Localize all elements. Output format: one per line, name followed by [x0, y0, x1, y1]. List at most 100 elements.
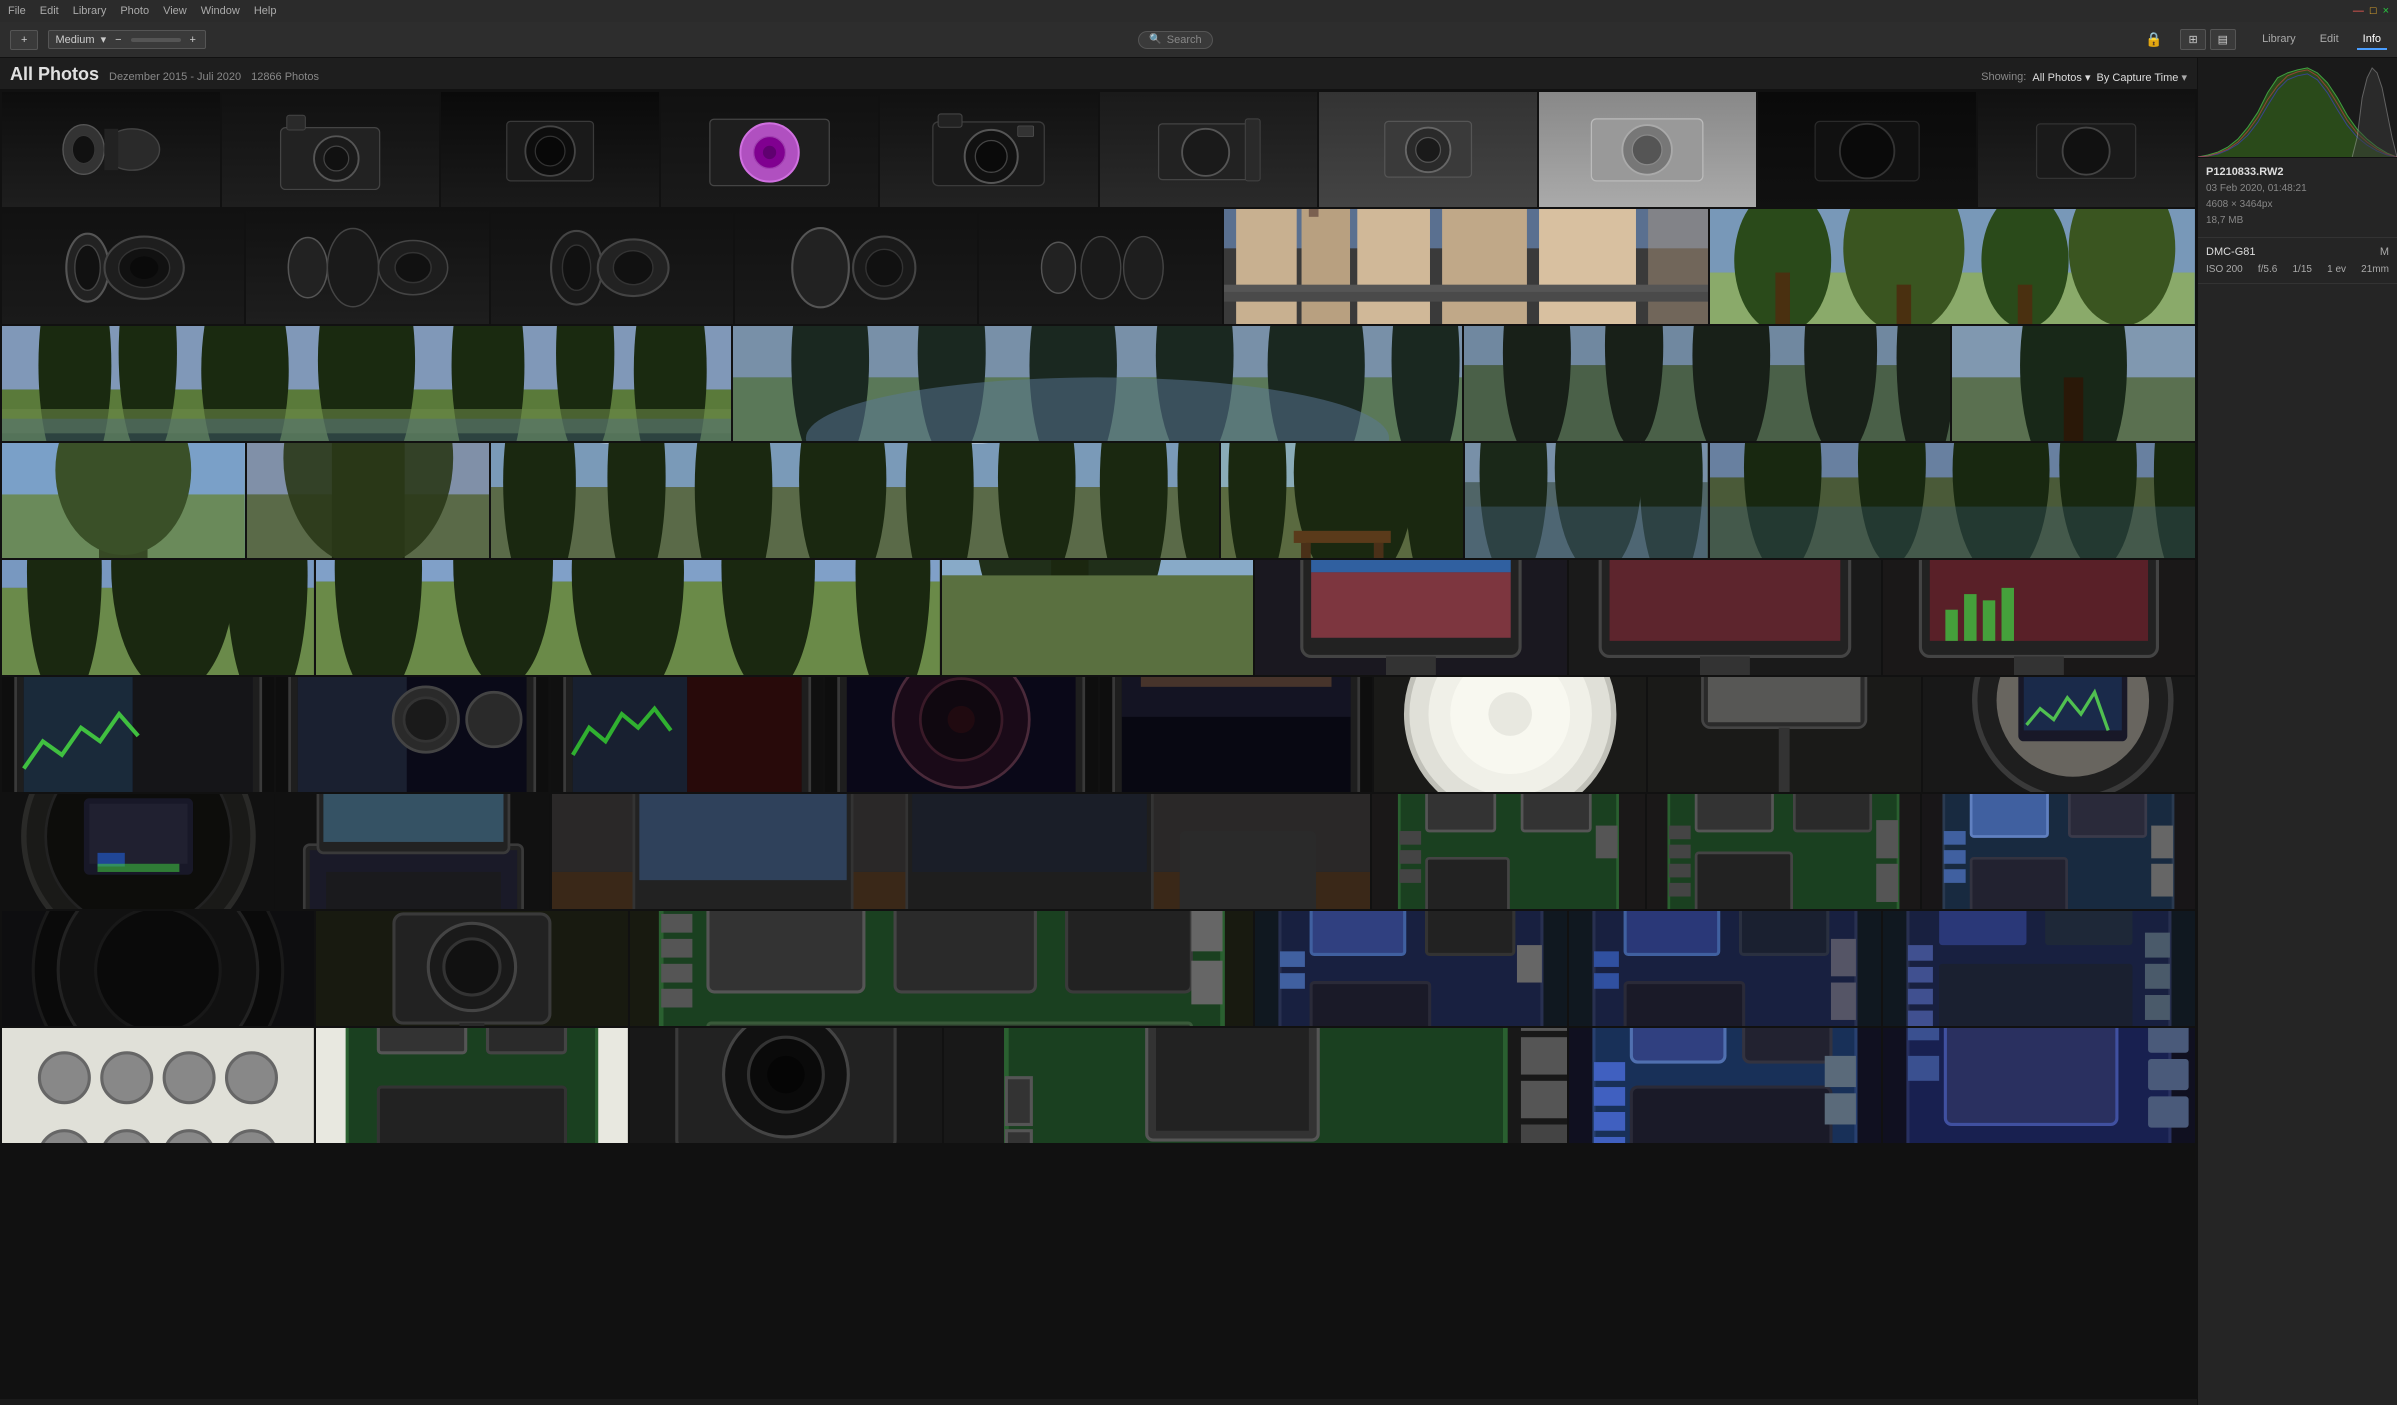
photo-cell[interactable] — [1319, 92, 1537, 207]
photo-cell-monitor1[interactable] — [1255, 560, 1567, 675]
photo-cell-monitor3[interactable] — [1883, 560, 2195, 675]
photo-cell-tree[interactable] — [1952, 326, 2195, 441]
photo-cell-lake[interactable] — [1465, 443, 1708, 558]
photo-cell-field-wide[interactable] — [316, 560, 940, 675]
photo-cell-eq1[interactable] — [2, 677, 274, 792]
zoom-minus[interactable]: − — [112, 34, 124, 46]
photo-row — [2, 92, 2195, 207]
photo-cell-panorama-trees[interactable] — [491, 443, 1219, 558]
camera-mode: M — [2380, 246, 2389, 258]
photo-cell-monitor2[interactable] — [1569, 560, 1881, 675]
photo-cell-pcb-blue[interactable] — [1569, 1028, 1881, 1143]
photo-cell-misc2[interactable] — [316, 911, 628, 1026]
photo-grid[interactable] — [0, 90, 2197, 1399]
search-box[interactable]: 🔍 Search — [1138, 31, 1212, 49]
photo-cell-panorama1[interactable] — [2, 326, 731, 441]
photo-cell-eq5[interactable] — [1100, 677, 1372, 792]
photo-cell-panorama3[interactable] — [1464, 326, 1950, 441]
photo-cell-tall-trees[interactable] — [942, 560, 1254, 675]
ev-value: 1 ev — [2327, 264, 2346, 275]
add-button[interactable]: + — [10, 30, 38, 50]
menu-help[interactable]: Help — [254, 5, 277, 17]
filmstrip-view-button[interactable]: ▤ — [2210, 29, 2236, 50]
grid-view-button[interactable]: ⊞ — [2180, 29, 2205, 50]
photo-cell-field1[interactable] — [2, 560, 314, 675]
menu-window[interactable]: Window — [201, 5, 240, 17]
photo-cell[interactable] — [661, 92, 879, 207]
menu-library[interactable]: Library — [73, 5, 107, 17]
photo-cell-rpi1[interactable] — [1372, 794, 1645, 909]
right-panel: P1210833.RW2 03 Feb 2020, 01:48:21 4608 … — [2197, 58, 2397, 1405]
file-dimensions: 4608 × 3464px — [2206, 197, 2389, 213]
filter-bar[interactable]: Showing: All Photos ▾ By Capture Time ▾ — [1981, 71, 2187, 84]
lock-icon[interactable]: 🔒 — [2145, 31, 2162, 48]
file-date: 03 Feb 2020, 01:48:21 — [2206, 181, 2389, 197]
photo-cell[interactable] — [1100, 92, 1318, 207]
photo-cell-light-round[interactable] — [1923, 677, 2195, 792]
photo-cell-led-panel[interactable] — [2, 794, 275, 909]
photo-cell-pcb3[interactable] — [1883, 911, 2195, 1026]
photo-cell-city[interactable] — [1224, 209, 1709, 324]
view-mode-select[interactable]: Medium ▾ − + — [48, 30, 206, 49]
histogram — [2198, 58, 2397, 158]
tab-edit[interactable]: Edit — [2314, 30, 2345, 50]
grid-area: All Photos Dezember 2015 - Juli 2020 128… — [0, 58, 2197, 1405]
photo-cell[interactable] — [1758, 92, 1976, 207]
exposure-row: ISO 200 f/5.6 1/15 1 ev 21mm — [2206, 264, 2389, 275]
photo-cell[interactable] — [491, 209, 733, 324]
photo-row — [2, 560, 2195, 675]
photo-cell-board[interactable] — [630, 911, 1254, 1026]
photo-row — [2, 677, 2195, 792]
photo-cell-landscape-wide[interactable] — [1710, 443, 2195, 558]
photo-cell[interactable] — [441, 92, 659, 207]
photo-cell-component[interactable] — [944, 1028, 1568, 1143]
photo-cell-pcb1[interactable] — [1255, 911, 1567, 1026]
camera-model-row: DMC-G81 M — [2206, 246, 2389, 258]
tab-info[interactable]: Info — [2357, 30, 2387, 50]
photo-cell-camera-eq[interactable] — [630, 1028, 942, 1143]
photo-cell-rpi2[interactable] — [1647, 794, 1920, 909]
photo-cell-rpi3[interactable] — [1922, 794, 2195, 909]
photo-cell[interactable] — [735, 209, 977, 324]
photo-cell-desk[interactable] — [552, 794, 1371, 909]
title-bar: File Edit Library Photo View Window Help… — [0, 0, 2397, 22]
photo-cell-misc1[interactable] — [2, 911, 314, 1026]
photo-cell-tree2[interactable] — [247, 443, 490, 558]
photo-cell[interactable] — [979, 209, 1221, 324]
photo-cell-panorama2[interactable] — [733, 326, 1462, 441]
photo-cell-eq2[interactable] — [276, 677, 548, 792]
photo-cell[interactable] — [246, 209, 488, 324]
file-info-panel: P1210833.RW2 03 Feb 2020, 01:48:21 4608 … — [2198, 158, 2397, 238]
photo-cell-bottom2[interactable] — [316, 1028, 628, 1143]
page-header: All Photos Dezember 2015 - Juli 2020 128… — [0, 58, 2197, 90]
photo-cell-bench[interactable] — [1221, 443, 1464, 558]
zoom-plus[interactable]: + — [187, 34, 199, 46]
menu-file[interactable]: File — [8, 5, 26, 17]
photo-cell[interactable] — [1978, 92, 2196, 207]
photo-cell[interactable] — [2, 92, 220, 207]
photo-cell[interactable] — [880, 92, 1098, 207]
menu-photo[interactable]: Photo — [120, 5, 149, 17]
photo-cell-park[interactable] — [1710, 209, 2195, 324]
tab-library[interactable]: Library — [2256, 30, 2302, 50]
photo-cell-laptop1[interactable] — [277, 794, 550, 909]
photo-row — [2, 326, 2195, 441]
window-controls[interactable]: — □ × — [2353, 5, 2389, 17]
showing-value[interactable]: All Photos ▾ — [2032, 71, 2090, 84]
photo-cell-eq4[interactable] — [825, 677, 1097, 792]
photo-cell-light-stand[interactable] — [1648, 677, 1920, 792]
menu-edit[interactable]: Edit — [40, 5, 59, 17]
photo-cell[interactable] — [222, 92, 440, 207]
menu-bar[interactable]: File Edit Library Photo View Window Help — [8, 5, 276, 17]
photo-cell-pcb-ports[interactable] — [1883, 1028, 2195, 1143]
photo-cell-bottom1[interactable] — [2, 1028, 314, 1143]
photo-cell[interactable] — [2, 443, 245, 558]
search-icon: 🔍 — [1149, 34, 1161, 45]
photo-cell[interactable] — [1539, 92, 1757, 207]
photo-cell-eq3[interactable] — [551, 677, 823, 792]
photo-cell-led-light[interactable] — [1374, 677, 1646, 792]
capture-time-filter[interactable]: By Capture Time ▾ — [2096, 71, 2187, 84]
menu-view[interactable]: View — [163, 5, 187, 17]
photo-cell-pcb2[interactable] — [1569, 911, 1881, 1026]
photo-cell[interactable] — [2, 209, 244, 324]
